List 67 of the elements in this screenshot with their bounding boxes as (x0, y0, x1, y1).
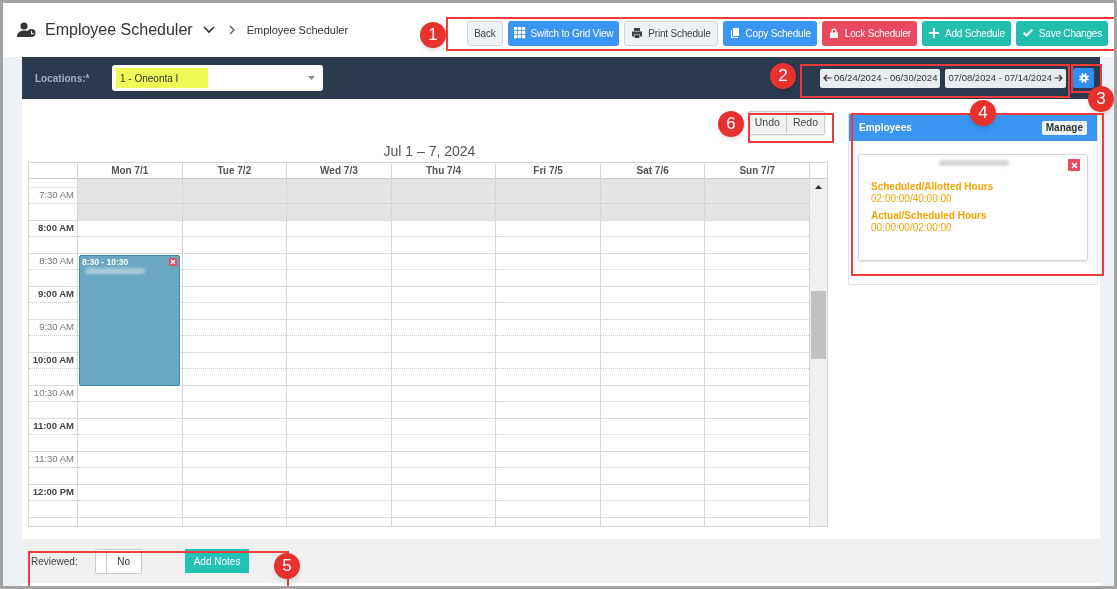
time-slot[interactable] (600, 188, 705, 221)
time-label: 7:30 AM (39, 188, 74, 203)
grid-icon (513, 27, 526, 39)
dropdown-caret-icon (308, 76, 315, 80)
toolbar-button[interactable]: Lock Scheduler (821, 20, 917, 46)
time-slot[interactable] (182, 179, 287, 188)
remove-shift-button[interactable] (168, 258, 177, 266)
arrow-right-icon (1054, 74, 1063, 82)
toggle-text: No (116, 554, 132, 569)
time-label: 10:30 AM (33, 386, 74, 401)
blurred-name-drawing (85, 268, 145, 274)
manage-button[interactable]: Manage (1041, 120, 1087, 135)
reviewed-toggle[interactable]: No (94, 548, 142, 574)
close-icon (1070, 161, 1078, 169)
page-title: Employee Scheduler (45, 20, 193, 40)
time-label: 10:00 AM (32, 353, 74, 368)
user-clock-icon (17, 22, 37, 38)
toolbar-button[interactable]: Back (467, 20, 503, 46)
calendar-title: Jul 1 – 7, 2024 (382, 142, 477, 161)
breadcrumb-text: Employee Scheduler (246, 22, 349, 38)
stat-value: 02:00:00/40:00:00 (871, 193, 953, 205)
remove-employee-button[interactable] (1068, 159, 1080, 171)
time-label: 8:30 AM (39, 254, 74, 269)
close-icon (169, 259, 176, 265)
employees-title: Employees (859, 121, 912, 135)
scrollbar-thumb[interactable] (811, 291, 826, 359)
printer-icon (631, 27, 644, 39)
time-slot[interactable] (287, 179, 391, 188)
time-slot[interactable] (287, 188, 391, 221)
stat-label: Actual/Scheduled Hours (871, 210, 988, 222)
location-value: 1 - Oneonta I (116, 68, 209, 88)
time-label: 9:00 AM (37, 287, 74, 302)
chevron-right-icon (228, 25, 235, 35)
stat-value: 00:00:00/02:00:00 (871, 222, 953, 234)
time-label: 11:00 AM (33, 419, 74, 434)
time-slot[interactable] (78, 188, 182, 221)
settings-icon (1078, 73, 1089, 83)
previous-week-button[interactable]: 06/24/2024 - 06/30/2024 (819, 68, 941, 88)
time-slot[interactable] (78, 179, 182, 188)
arrow-left-icon (822, 74, 832, 82)
reviewed-label: Reviewed: (31, 554, 78, 569)
plus-icon (927, 27, 940, 39)
time-slot[interactable] (496, 188, 600, 221)
shift-time: 8:30 - 10:30 (82, 256, 129, 269)
blurred-name-drawing (939, 160, 1009, 166)
scroll-up-icon[interactable] (815, 185, 822, 189)
time-slot[interactable] (182, 188, 287, 221)
copy-icon (728, 27, 741, 39)
stat-label: Scheduled/Allotted Hours (871, 181, 995, 193)
toolbar-button[interactable]: Print Schedule (624, 20, 718, 46)
time-slot[interactable] (705, 188, 809, 221)
time-label: 11:30 AM (34, 452, 74, 467)
time-slot[interactable] (496, 179, 600, 188)
location-label: Locations:* (35, 71, 91, 86)
chevron-down-icon[interactable] (202, 26, 215, 34)
time-slot[interactable] (600, 179, 705, 188)
time-slot[interactable] (391, 179, 496, 188)
time-label: 9:30 AM (39, 320, 74, 335)
lock-icon (827, 27, 840, 39)
time-slot[interactable] (391, 188, 496, 221)
settings-button[interactable] (1073, 68, 1094, 88)
time-slot[interactable] (705, 179, 809, 188)
time-label: 12:00 PM (32, 485, 74, 500)
time-label: 8:00 AM (37, 221, 74, 236)
location-select[interactable]: 1 - Oneonta I (112, 65, 323, 91)
next-week-button[interactable]: 07/08/2024 - 07/14/2024 (945, 68, 1066, 88)
check-icon (1021, 27, 1034, 39)
